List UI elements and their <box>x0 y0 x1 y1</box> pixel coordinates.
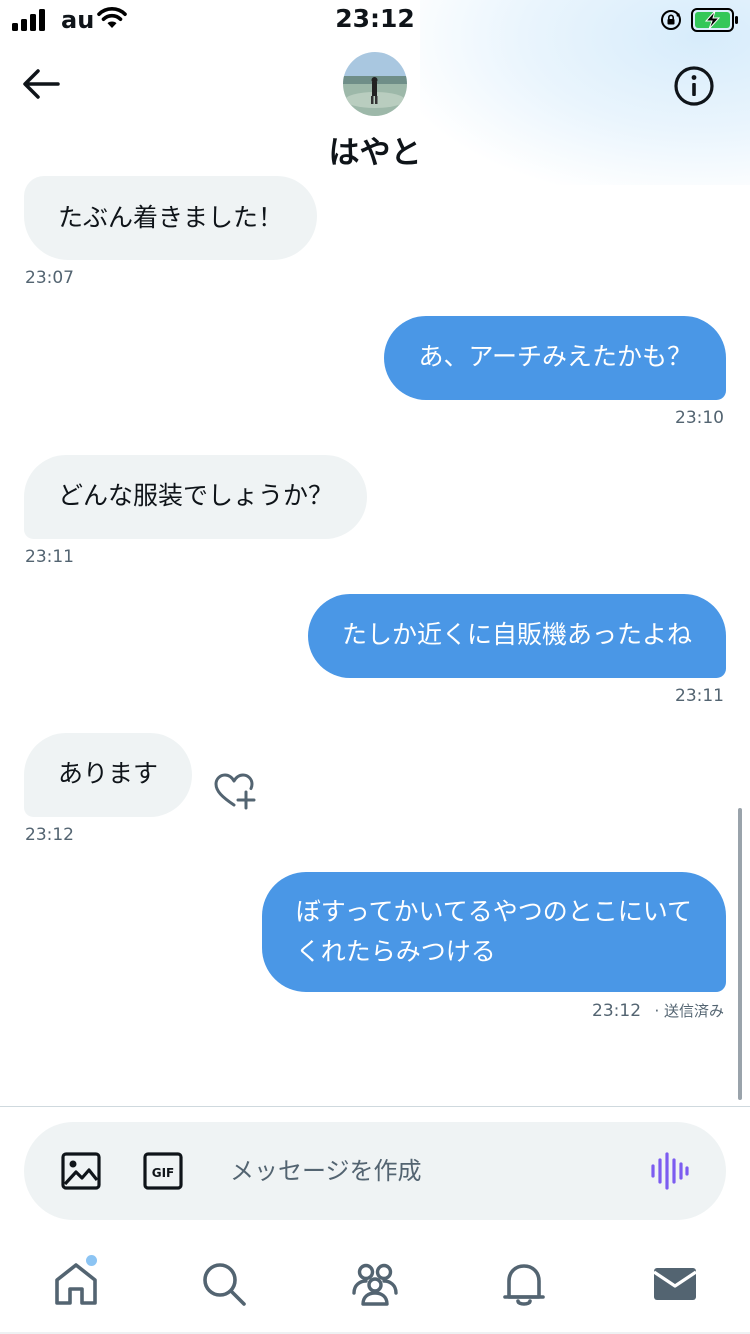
status-bar: au 23:12 <box>0 0 750 40</box>
search-icon[interactable] <box>200 1260 248 1308</box>
message-timestamp: 23:12 <box>592 1001 642 1021</box>
add-reaction-icon[interactable] <box>212 770 258 812</box>
message-timestamp: 23:10 <box>675 408 724 428</box>
rotation-lock-icon <box>661 10 681 30</box>
message-text-line: ぼすってかいてるやつのとこにいて <box>295 897 692 926</box>
status-time: 23:12 <box>335 4 415 33</box>
message-bubble-sent[interactable]: ぼすってかいてるやつのとこにいて くれたらみつける <box>261 872 726 992</box>
communities-icon[interactable] <box>351 1260 399 1308</box>
voice-message-icon[interactable] <box>648 1150 690 1192</box>
info-icon[interactable] <box>672 64 716 108</box>
back-button[interactable] <box>20 66 62 102</box>
message-bubble-sent[interactable]: たしか近くに自販機あったよね <box>307 594 726 678</box>
message-text: あ、アーチみえたかも？ <box>418 342 692 371</box>
message-bubble-received[interactable]: どんな服装でしょうか？ <box>24 455 368 539</box>
message-timestamp: 23:11 <box>675 686 724 706</box>
battery-charging-icon <box>691 8 738 32</box>
image-icon[interactable] <box>60 1151 102 1191</box>
message-meta: 23:12 · 送信済み <box>592 1000 724 1021</box>
svg-text:GIF: GIF <box>152 1166 175 1180</box>
conversation-title: はやと <box>328 135 422 171</box>
scrollbar[interactable] <box>738 808 742 1100</box>
message-text-line: くれたらみつける <box>295 937 496 966</box>
message-text: たしか近くに自販機あったよね <box>341 620 692 649</box>
notifications-icon[interactable] <box>500 1260 548 1308</box>
message-status: · 送信済み <box>654 1002 724 1020</box>
message-text: あります <box>58 759 159 788</box>
message-timestamp: 23:11 <box>25 547 74 567</box>
message-timestamp: 23:12 <box>25 825 74 845</box>
message-text: どんな服装でしょうか？ <box>58 481 334 510</box>
message-input[interactable] <box>230 1150 610 1192</box>
notification-dot <box>86 1255 97 1266</box>
message-bubble-received[interactable]: たぶん着きました！ <box>24 176 318 260</box>
home-icon[interactable] <box>52 1260 100 1308</box>
messages-icon[interactable] <box>651 1260 699 1308</box>
message-text: たぶん着きました！ <box>58 203 284 232</box>
message-timestamp: 23:07 <box>25 268 74 288</box>
composer-divider <box>0 1106 750 1107</box>
avatar[interactable] <box>343 52 407 116</box>
gif-icon[interactable]: GIF <box>142 1151 184 1191</box>
message-bubble-sent[interactable]: あ、アーチみえたかも？ <box>384 316 726 400</box>
message-bubble-received[interactable]: あります <box>24 733 193 817</box>
